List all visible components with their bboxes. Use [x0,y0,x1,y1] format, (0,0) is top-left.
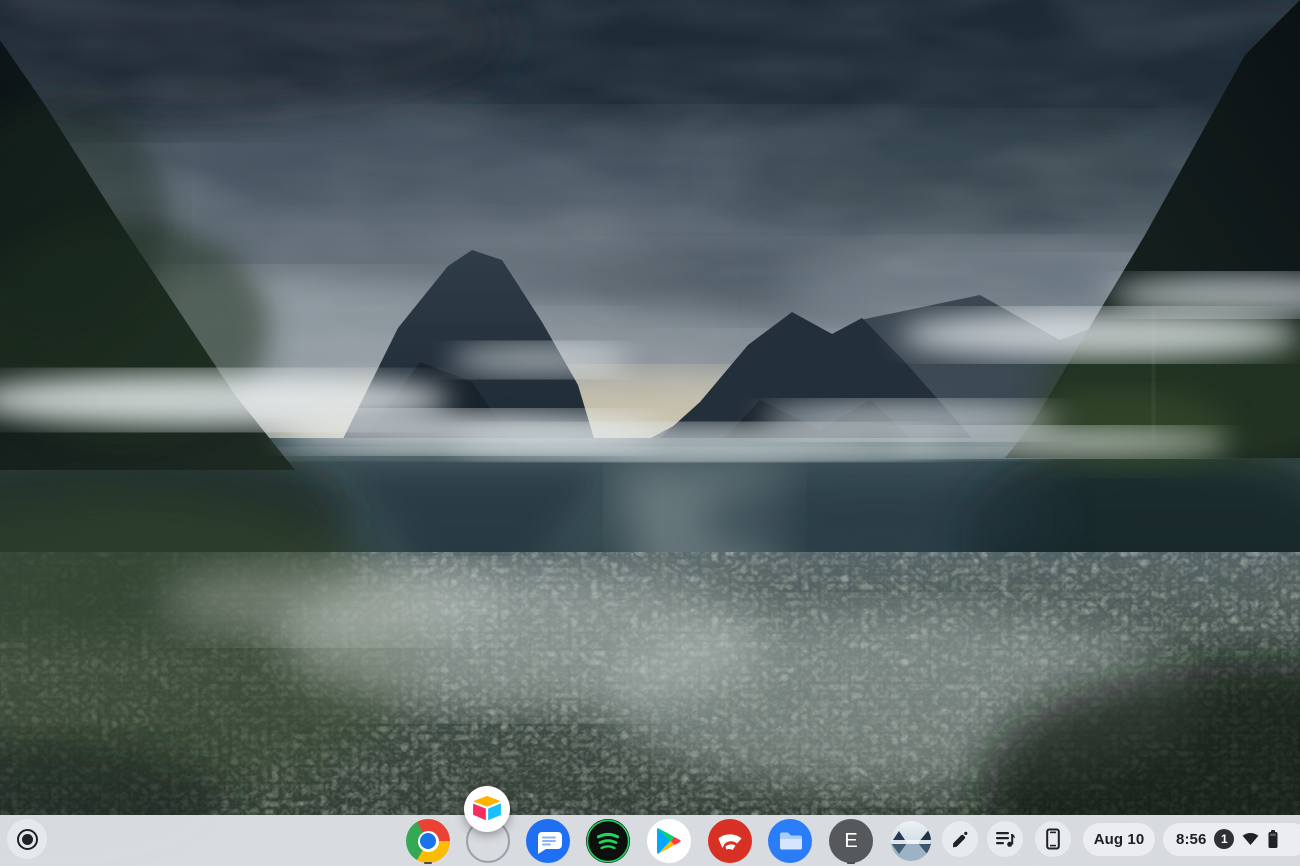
files-icon [768,819,812,863]
shelf-app-files[interactable] [768,819,812,863]
google-play-icon [657,828,681,854]
wallpaper-scene: , [0,0,1300,866]
shelf-app-spotify[interactable] [586,819,630,863]
notification-badge: 1 [1214,829,1234,849]
chrome-running-indicator [424,862,432,865]
media-controls-button[interactable] [987,821,1023,857]
messages-icon [526,819,570,863]
airtable-icon [470,794,504,824]
phone-hub-button[interactable] [1035,821,1071,857]
launcher-button[interactable] [7,819,47,859]
stadia-icon [708,819,752,863]
airtable-app-dragging[interactable] [464,786,510,832]
quick-settings-pill[interactable]: 8:56 1 [1163,823,1300,856]
date-pill[interactable]: Aug 10 [1083,823,1155,856]
phone-icon [1044,828,1062,850]
battery-icon [1267,829,1279,849]
photo-app-icon [891,821,931,861]
time-label: 8:56 [1176,831,1206,848]
shelf-app-messages[interactable] [526,819,570,863]
shelf: E [0,815,1300,866]
e-app-letter: E [844,830,857,853]
launcher-circle-icon [17,829,38,850]
chromeos-desktop: { "wallpaper": { "name": "milford-sound-… [0,0,1300,866]
shelf-app-photo[interactable] [891,821,931,861]
playlist-music-icon [994,829,1016,849]
stylus-pen-icon [950,829,970,849]
shelf-app-chrome[interactable] [406,819,450,863]
shelf-app-e[interactable]: E [829,819,873,863]
date-label: Aug 10 [1094,831,1145,848]
shelf-app-google-play[interactable] [647,819,691,863]
desktop-wallpaper: , [0,0,1300,866]
stylus-tools-button[interactable] [942,821,978,857]
spotify-icon [586,819,630,863]
notification-count: 1 [1221,832,1228,846]
e-app-running-indicator [847,862,855,865]
chrome-icon [406,819,450,863]
shelf-app-stadia[interactable] [708,819,752,863]
wifi-icon [1242,832,1259,846]
